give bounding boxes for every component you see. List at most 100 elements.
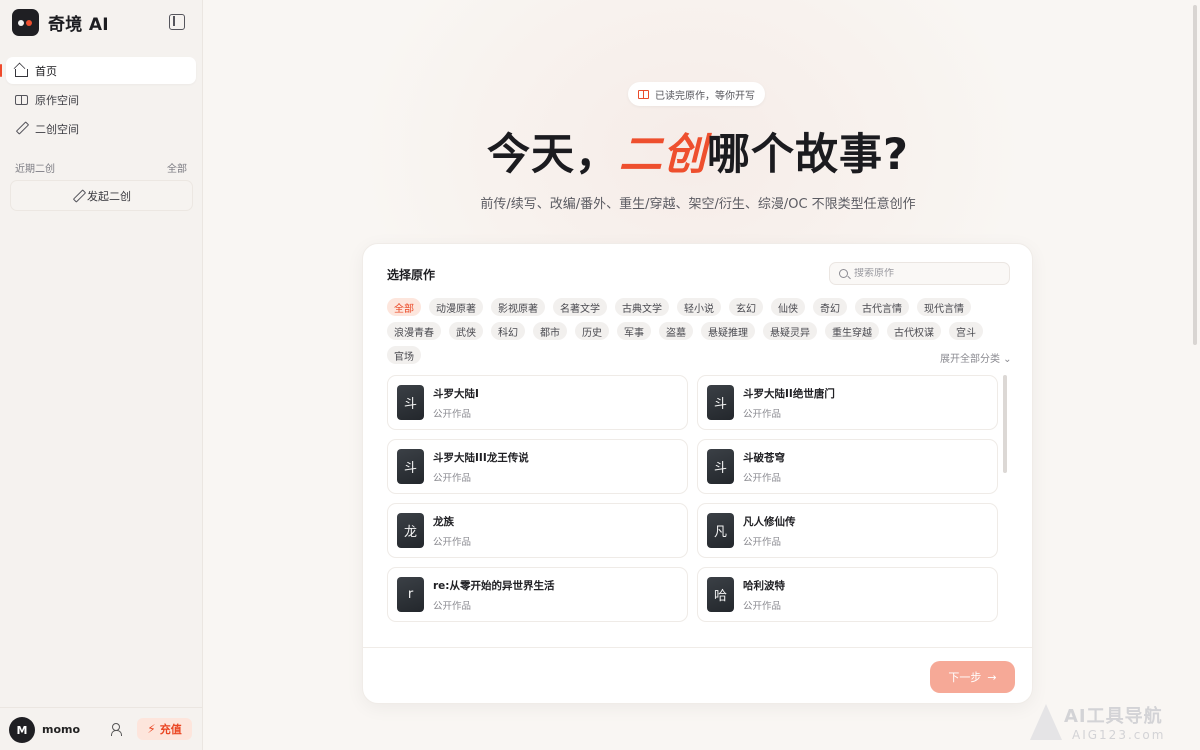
status-pill-text: 已读完原作，等你开写 <box>655 90 755 102</box>
app-logo-icon <box>12 9 39 36</box>
category-tag[interactable]: 悬疑灵异 <box>763 322 817 340</box>
category-tag[interactable]: 军事 <box>617 322 651 340</box>
lightning-icon: ⚡ <box>147 722 156 736</box>
work-text: 龙族 公开作品 <box>433 514 471 548</box>
open-book-icon <box>638 89 649 99</box>
category-tag[interactable]: 奇幻 <box>813 298 847 316</box>
category-tags: 全部 动漫原著 影视原著 名著文学 古典文学 轻小说 玄幻 仙侠 奇幻 古代言情 现代言情浪漫青春武… <box>387 298 1017 364</box>
search-icon <box>839 269 848 278</box>
category-tag[interactable]: 武侠 <box>449 322 483 340</box>
work-cover: 斗 <box>707 385 734 420</box>
category-tag[interactable]: 盗墓 <box>659 322 693 340</box>
work-item[interactable]: 斗斗罗大陆II绝世唐门 公开作品 <box>697 375 998 430</box>
work-title: 斗罗大陆II绝世唐门 <box>743 387 835 400</box>
category-tag[interactable]: 历史 <box>575 322 609 340</box>
work-text: 斗罗大陆II绝世唐门 公开作品 <box>743 386 835 420</box>
watermark-logo-icon <box>1030 704 1062 740</box>
work-cover: r <box>397 577 424 612</box>
sidebar-item-fanwork-space[interactable]: 二创空间 <box>6 115 196 142</box>
work-text: 哈利波特 公开作品 <box>743 578 785 612</box>
work-item[interactable]: 斗斗破苍穹 公开作品 <box>697 439 998 494</box>
brand[interactable]: 奇境 AI <box>12 9 109 36</box>
work-title: 哈利波特 <box>743 579 785 592</box>
work-subtitle: 公开作品 <box>433 408 472 420</box>
sidebar-item-label: 原作空间 <box>35 93 79 107</box>
work-item[interactable]: r re:从零开始的异世界生活 公开作品 <box>387 567 688 622</box>
work-text: 凡人修仙传 公开作品 <box>743 514 796 548</box>
category-tag[interactable]: 全部 <box>387 298 421 316</box>
recharge-label: 充值 <box>159 723 182 736</box>
main-content: 已读完原作，等你开写 今天，二创哪个故事? 前传/续写、改编/番外、重生/穿越、… <box>203 0 1200 750</box>
search-input[interactable] <box>854 268 994 279</box>
category-tag[interactable]: 玄幻 <box>729 298 763 316</box>
sidebar-item-original-space[interactable]: 原作空间 <box>6 86 196 113</box>
category-tag[interactable]: 现代言情 <box>917 298 971 316</box>
recharge-button[interactable]: ⚡ 充值 <box>137 718 192 740</box>
work-subtitle: 公开作品 <box>433 600 472 612</box>
page-title: 今天，二创哪个故事? <box>203 120 1193 182</box>
work-title: re:从零开始的异世界生活 <box>433 579 555 592</box>
category-tag[interactable]: 轻小说 <box>677 298 721 316</box>
avatar[interactable]: M <box>9 717 35 743</box>
work-item[interactable]: 斗斗罗大陆I 公开作品 <box>387 375 688 430</box>
headline-post: 哪个故事? <box>707 130 909 180</box>
category-tag[interactable]: 仙侠 <box>771 298 805 316</box>
category-tag[interactable]: 科幻 <box>491 322 525 340</box>
work-cover: 斗 <box>707 449 734 484</box>
work-item[interactable]: 斗斗罗大陆III龙王传说 公开作品 <box>387 439 688 494</box>
search-box[interactable] <box>829 262 1010 285</box>
recent-all-link[interactable]: 全部 <box>167 160 187 175</box>
headline-accent: 二创 <box>619 130 708 180</box>
sidebar-item-home[interactable]: 首页 <box>0 57 196 84</box>
recent-header: 近期二创 全部 <box>15 160 187 175</box>
category-tag[interactable]: 古代言情 <box>855 298 909 316</box>
work-text: 斗罗大陆III龙王传说 公开作品 <box>433 450 529 484</box>
arrow-right-icon: → <box>987 670 997 684</box>
category-tag[interactable]: 古典文学 <box>615 298 669 316</box>
start-fanwork-button[interactable]: 发起二创 <box>10 180 193 211</box>
work-text: 斗破苍穹 公开作品 <box>743 450 785 484</box>
work-item[interactable]: 哈哈利波特公开作品 <box>697 567 998 622</box>
sidebar-nav: 首页 原作空间 二创空间 <box>0 57 196 144</box>
users-icon[interactable] <box>111 723 125 736</box>
expand-categories-link[interactable]: 展开全部分类 ⌄ <box>940 350 1012 365</box>
card-divider <box>363 647 1032 648</box>
work-item[interactable]: 龙龙族 公开作品 <box>387 503 688 558</box>
category-tag[interactable]: 动漫原著 <box>429 298 483 316</box>
category-tag[interactable]: 悬疑推理 <box>701 322 755 340</box>
work-subtitle: 公开作品 <box>743 536 782 548</box>
category-tag[interactable]: 都市 <box>533 322 567 340</box>
recent-title: 近期二创 <box>15 164 55 175</box>
category-tag[interactable]: 浪漫青春 <box>387 322 441 340</box>
work-title: 斗罗大陆III龙王传说 <box>433 451 529 464</box>
work-cover: 龙 <box>397 513 424 548</box>
page-scrollbar[interactable] <box>1193 5 1197 345</box>
next-step-button[interactable]: 下一步 → <box>930 661 1015 693</box>
sidebar-item-label: 首页 <box>35 64 57 78</box>
work-subtitle: 公开作品 <box>433 536 472 548</box>
works-scrollbar[interactable] <box>1003 375 1007 473</box>
work-subtitle: 公开作品 <box>743 600 782 612</box>
work-cover: 斗 <box>397 385 424 420</box>
work-title: 斗罗大陆I <box>433 387 479 400</box>
work-text: re:从零开始的异世界生活 公开作品 <box>433 578 555 612</box>
works-list: 斗斗罗大陆I 公开作品斗斗罗大陆II绝世唐门 公开作品斗斗罗大陆III龙王传说 公开作… <box>387 375 1003 622</box>
category-tag[interactable]: 古代权谋 <box>887 322 941 340</box>
work-cover: 哈 <box>707 577 734 612</box>
watermark-line2: AIG123.com <box>1072 728 1166 742</box>
work-text: 斗罗大陆I 公开作品 <box>433 386 479 420</box>
picker-title: 选择原作 <box>387 268 436 282</box>
start-fanwork-label: 发起二创 <box>87 189 131 203</box>
category-tag[interactable]: 重生穿越 <box>825 322 879 340</box>
home-icon <box>15 68 28 77</box>
sidebar-toggle-icon[interactable] <box>169 14 185 30</box>
work-item[interactable]: 凡凡人修仙传 公开作品 <box>697 503 998 558</box>
work-cover: 斗 <box>397 449 424 484</box>
category-tag[interactable]: 名著文学 <box>553 298 607 316</box>
category-tag[interactable]: 宫斗 <box>949 322 983 340</box>
username: momo <box>42 723 81 736</box>
category-tag[interactable]: 影视原著 <box>491 298 545 316</box>
work-title: 凡人修仙传 <box>743 515 796 528</box>
next-step-label: 下一步 <box>948 671 982 684</box>
category-tag[interactable]: 官场 <box>387 346 421 364</box>
